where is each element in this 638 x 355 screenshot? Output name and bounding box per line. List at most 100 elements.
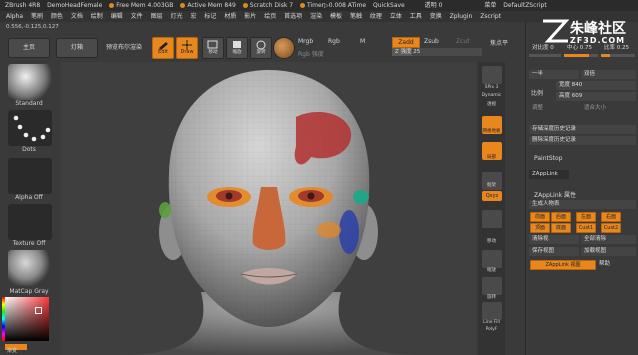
zcut-button[interactable]: Zcut: [456, 38, 470, 45]
scale-shelf-button[interactable]: [482, 250, 502, 268]
half-button[interactable]: 一半: [529, 70, 579, 79]
contrast-track[interactable]: [529, 54, 561, 57]
view-front-button[interactable]: 前面: [530, 212, 550, 222]
menu-movie[interactable]: 影片: [244, 11, 256, 22]
menu-material[interactable]: 材质: [224, 11, 236, 22]
menu-picker[interactable]: 绘页: [264, 11, 276, 22]
menu-macro[interactable]: 宏: [190, 11, 196, 22]
material-sphere-icon[interactable]: [273, 37, 295, 59]
menu-alpha[interactable]: Alpha: [6, 11, 23, 22]
zapplink-button[interactable]: ZAppLink: [529, 170, 569, 179]
menu-tool[interactable]: 立体: [390, 11, 402, 22]
menu-transform[interactable]: 变换: [430, 11, 442, 22]
color-picker[interactable]: [2, 297, 49, 341]
color-cursor-icon[interactable]: [35, 307, 42, 314]
menu-light[interactable]: 灯光: [171, 11, 183, 22]
rgb-button[interactable]: Rgb: [328, 38, 340, 45]
menu-zscript[interactable]: Zscript: [480, 11, 501, 22]
save-view-button[interactable]: 保存视图: [529, 247, 579, 256]
move-button[interactable]: 移动: [202, 37, 224, 59]
menu-preferences[interactable]: 首选项: [284, 11, 302, 22]
z-intensity-slider[interactable]: Z 强度 25: [392, 48, 482, 56]
center-track[interactable]: [564, 54, 598, 57]
zadd-button[interactable]: Zadd: [392, 37, 420, 48]
help-button[interactable]: 帮助: [596, 260, 636, 269]
ratio-slider[interactable]: 比率 0.25: [604, 44, 629, 53]
hue-strip[interactable]: [2, 297, 5, 341]
dynamic-label[interactable]: Dynamic: [478, 93, 505, 98]
scale-button[interactable]: 缩放: [226, 37, 248, 59]
menu-edit[interactable]: 编辑: [111, 11, 123, 22]
script-button[interactable]: DefaultZScript: [503, 0, 546, 11]
transparency-slider[interactable]: 透明 0: [425, 0, 443, 11]
double-button[interactable]: 双倍: [581, 70, 636, 79]
view-top-button[interactable]: 顶面: [530, 223, 550, 233]
m-button[interactable]: M: [360, 38, 365, 45]
lightbox-button[interactable]: 灯箱: [56, 38, 98, 58]
load-view-button[interactable]: 加载视图: [581, 247, 636, 256]
paintstop-button[interactable]: PaintStop: [534, 155, 563, 162]
view-right-button[interactable]: 右面: [601, 212, 621, 222]
view-back-button[interactable]: 后面: [551, 212, 571, 222]
alpha-thumbnail[interactable]: [8, 158, 52, 194]
persp-label[interactable]: 透视: [478, 101, 505, 107]
polyf-button[interactable]: [482, 302, 502, 320]
height-slider[interactable]: 高度 609: [556, 92, 636, 101]
zsub-button[interactable]: Zsub: [424, 38, 439, 45]
draw-button[interactable]: Draw: [176, 37, 198, 59]
menu-brush[interactable]: 笔刷: [31, 11, 43, 22]
menu-texture[interactable]: 纹理: [370, 11, 382, 22]
clear-view-button[interactable]: 清除视: [529, 235, 579, 244]
menu-zplugin[interactable]: Zplugin: [450, 11, 473, 22]
preview-render-button[interactable]: 预览布尔渲染: [100, 38, 148, 58]
adjust-button[interactable]: 调整: [529, 104, 579, 113]
fit-size-button[interactable]: 适合大小: [581, 104, 636, 113]
standard-brush-thumbnail[interactable]: [8, 64, 52, 100]
save-depth-history-button[interactable]: 存储深度历史记录: [529, 125, 636, 134]
xyz-button[interactable]: Qxyz: [482, 191, 502, 201]
watermark-title: 朱峰社区: [570, 21, 626, 37]
menu-stencil[interactable]: 模板: [330, 11, 342, 22]
edit-button[interactable]: Edit: [152, 37, 174, 59]
clear-all-button[interactable]: 全部清除: [581, 235, 636, 244]
menu-file[interactable]: 文件: [131, 11, 143, 22]
view-cust1-button[interactable]: Cust1: [576, 223, 596, 233]
menu-color[interactable]: 颜色: [51, 11, 63, 22]
view-left-button[interactable]: 左面: [576, 212, 596, 222]
head-model: [121, 70, 421, 355]
home-button[interactable]: 主页: [8, 38, 50, 58]
menu-render[interactable]: 渲染: [310, 11, 322, 22]
menu-layer[interactable]: 图层: [151, 11, 163, 22]
ratio-track[interactable]: [601, 54, 635, 57]
document-name: DemoHeadFemale: [47, 2, 103, 9]
zapplink-properties-header[interactable]: ZAppLink 属性: [534, 190, 576, 199]
quicksave-button[interactable]: QuickSave: [373, 0, 405, 11]
menu-stroke[interactable]: 笔触: [350, 11, 362, 22]
bpr-button[interactable]: [482, 66, 502, 84]
alpha-label: Alpha Off: [15, 194, 43, 201]
menu-draw[interactable]: 绘制: [91, 11, 103, 22]
menu-marker[interactable]: 标记: [204, 11, 216, 22]
rgb-intensity-slider[interactable]: Rgb 强度: [298, 49, 324, 58]
mrgb-button[interactable]: Mrgb: [298, 38, 313, 45]
generate-person-button[interactable]: 生成人物表: [529, 200, 636, 209]
matcap-thumbnail[interactable]: [8, 250, 52, 286]
rotate-button[interactable]: 旋转: [250, 37, 272, 59]
focal-shift-label[interactable]: 焦点平: [490, 38, 508, 47]
rotate-shelf-button[interactable]: [482, 277, 502, 295]
texture-thumbnail[interactable]: [8, 204, 52, 240]
move-shelf-button[interactable]: [482, 210, 502, 228]
view-bottom-button[interactable]: 底面: [551, 223, 571, 233]
canvas-viewport[interactable]: [61, 62, 476, 355]
menu-document[interactable]: 文档: [71, 11, 83, 22]
menus-button[interactable]: 菜单: [484, 0, 496, 11]
center-slider[interactable]: 中心 0.75: [567, 44, 592, 53]
floor-label: 网格地板: [482, 129, 501, 134]
menu-tool2[interactable]: 工具: [410, 11, 422, 22]
dots-stroke-thumbnail[interactable]: [8, 110, 52, 146]
delete-depth-history-button[interactable]: 删除深度历史记录: [529, 136, 636, 145]
spix-label[interactable]: SPix 3: [478, 85, 505, 90]
view-cust2-button[interactable]: Cust2: [601, 223, 621, 233]
zapplink-view-button[interactable]: ZAppLink 视图: [530, 260, 596, 270]
width-slider[interactable]: 宽度 840: [556, 81, 636, 90]
